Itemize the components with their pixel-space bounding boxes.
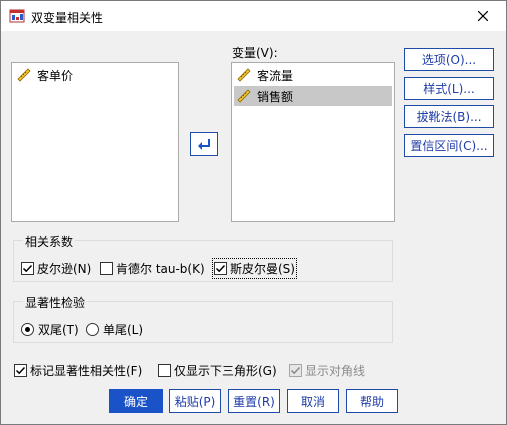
close-icon xyxy=(478,11,488,21)
bootstrap-button[interactable]: 拔靴法(B)... xyxy=(404,105,494,128)
scale-variable-icon xyxy=(17,68,31,82)
checkbox-box xyxy=(100,262,113,275)
help-button[interactable]: 帮助 xyxy=(346,389,398,413)
arrow-left-icon xyxy=(198,139,210,150)
checkbox-box xyxy=(21,262,34,275)
pearson-label: 皮尔逊(N) xyxy=(37,262,92,276)
list-item[interactable]: 客单价 xyxy=(14,65,176,85)
ok-button[interactable]: 确定 xyxy=(109,389,163,413)
title-bar: 双变量相关性 xyxy=(1,1,506,31)
show-diagonal-checkbox: 显示对角线 xyxy=(289,362,365,379)
kendall-checkbox[interactable]: 肯德尔 tau-b(K) xyxy=(100,260,205,277)
list-item-label: 客单价 xyxy=(37,68,74,83)
two-tailed-radio[interactable]: 双尾(T) xyxy=(21,321,79,338)
checkbox-box xyxy=(158,364,171,377)
scale-variable-icon xyxy=(237,89,251,103)
check-icon xyxy=(22,264,33,273)
spearman-checkbox[interactable]: 斯皮尔曼(S) xyxy=(212,258,297,279)
source-variable-list[interactable]: 客单价 xyxy=(11,62,179,222)
lower-triangle-checkbox[interactable]: 仅显示下三角形(G) xyxy=(158,362,277,379)
confidence-interval-button[interactable]: 置信区间(C)... xyxy=(404,134,494,157)
list-item-label: 客流量 xyxy=(257,68,294,83)
move-variable-button[interactable] xyxy=(190,132,218,156)
checkbox-box xyxy=(14,364,27,377)
radio-dot xyxy=(25,327,30,332)
list-item[interactable]: 客流量 xyxy=(234,65,392,85)
bivariate-correlation-dialog: 双变量相关性 客单价 变量(V): 客流量 销售额 选项(O)... 样式(L)… xyxy=(0,0,507,425)
check-icon xyxy=(290,366,301,375)
app-icon xyxy=(9,8,25,24)
kendall-label: 肯德尔 tau-b(K) xyxy=(116,262,205,276)
window-title: 双变量相关性 xyxy=(31,11,104,25)
check-icon xyxy=(215,264,226,273)
close-button[interactable] xyxy=(460,1,506,31)
check-icon xyxy=(15,366,26,375)
show-diagonal-label: 显示对角线 xyxy=(305,364,366,378)
variables-list[interactable]: 客流量 销售额 xyxy=(231,62,395,222)
spearman-label: 斯皮尔曼(S) xyxy=(230,262,295,276)
pearson-checkbox[interactable]: 皮尔逊(N) xyxy=(21,260,91,277)
cancel-button[interactable]: 取消 xyxy=(287,389,339,413)
reset-button[interactable]: 重置(R) xyxy=(228,389,280,413)
radio-circle xyxy=(21,323,34,336)
paste-button[interactable]: 粘贴(P) xyxy=(169,389,221,413)
options-button[interactable]: 选项(O)... xyxy=(404,48,494,71)
lower-triangle-label: 仅显示下三角形(G) xyxy=(174,364,277,378)
radio-circle xyxy=(86,323,99,336)
list-item-label: 销售额 xyxy=(257,89,294,104)
two-tailed-label: 双尾(T) xyxy=(38,323,79,337)
checkbox-box xyxy=(289,364,302,377)
one-tailed-label: 单尾(L) xyxy=(103,323,144,337)
scale-variable-icon xyxy=(237,68,251,82)
variables-label: 变量(V): xyxy=(232,46,278,60)
style-button[interactable]: 样式(L)... xyxy=(404,77,494,100)
correlation-group-title: 相关系数 xyxy=(23,233,76,250)
one-tailed-radio[interactable]: 单尾(L) xyxy=(86,321,143,338)
flag-significant-checkbox[interactable]: 标记显著性相关性(F) xyxy=(14,362,142,379)
flag-significant-label: 标记显著性相关性(F) xyxy=(30,364,143,378)
checkbox-box xyxy=(214,262,227,275)
list-item-selected[interactable]: 销售额 xyxy=(234,86,392,106)
significance-group-title: 显著性检验 xyxy=(23,294,88,311)
